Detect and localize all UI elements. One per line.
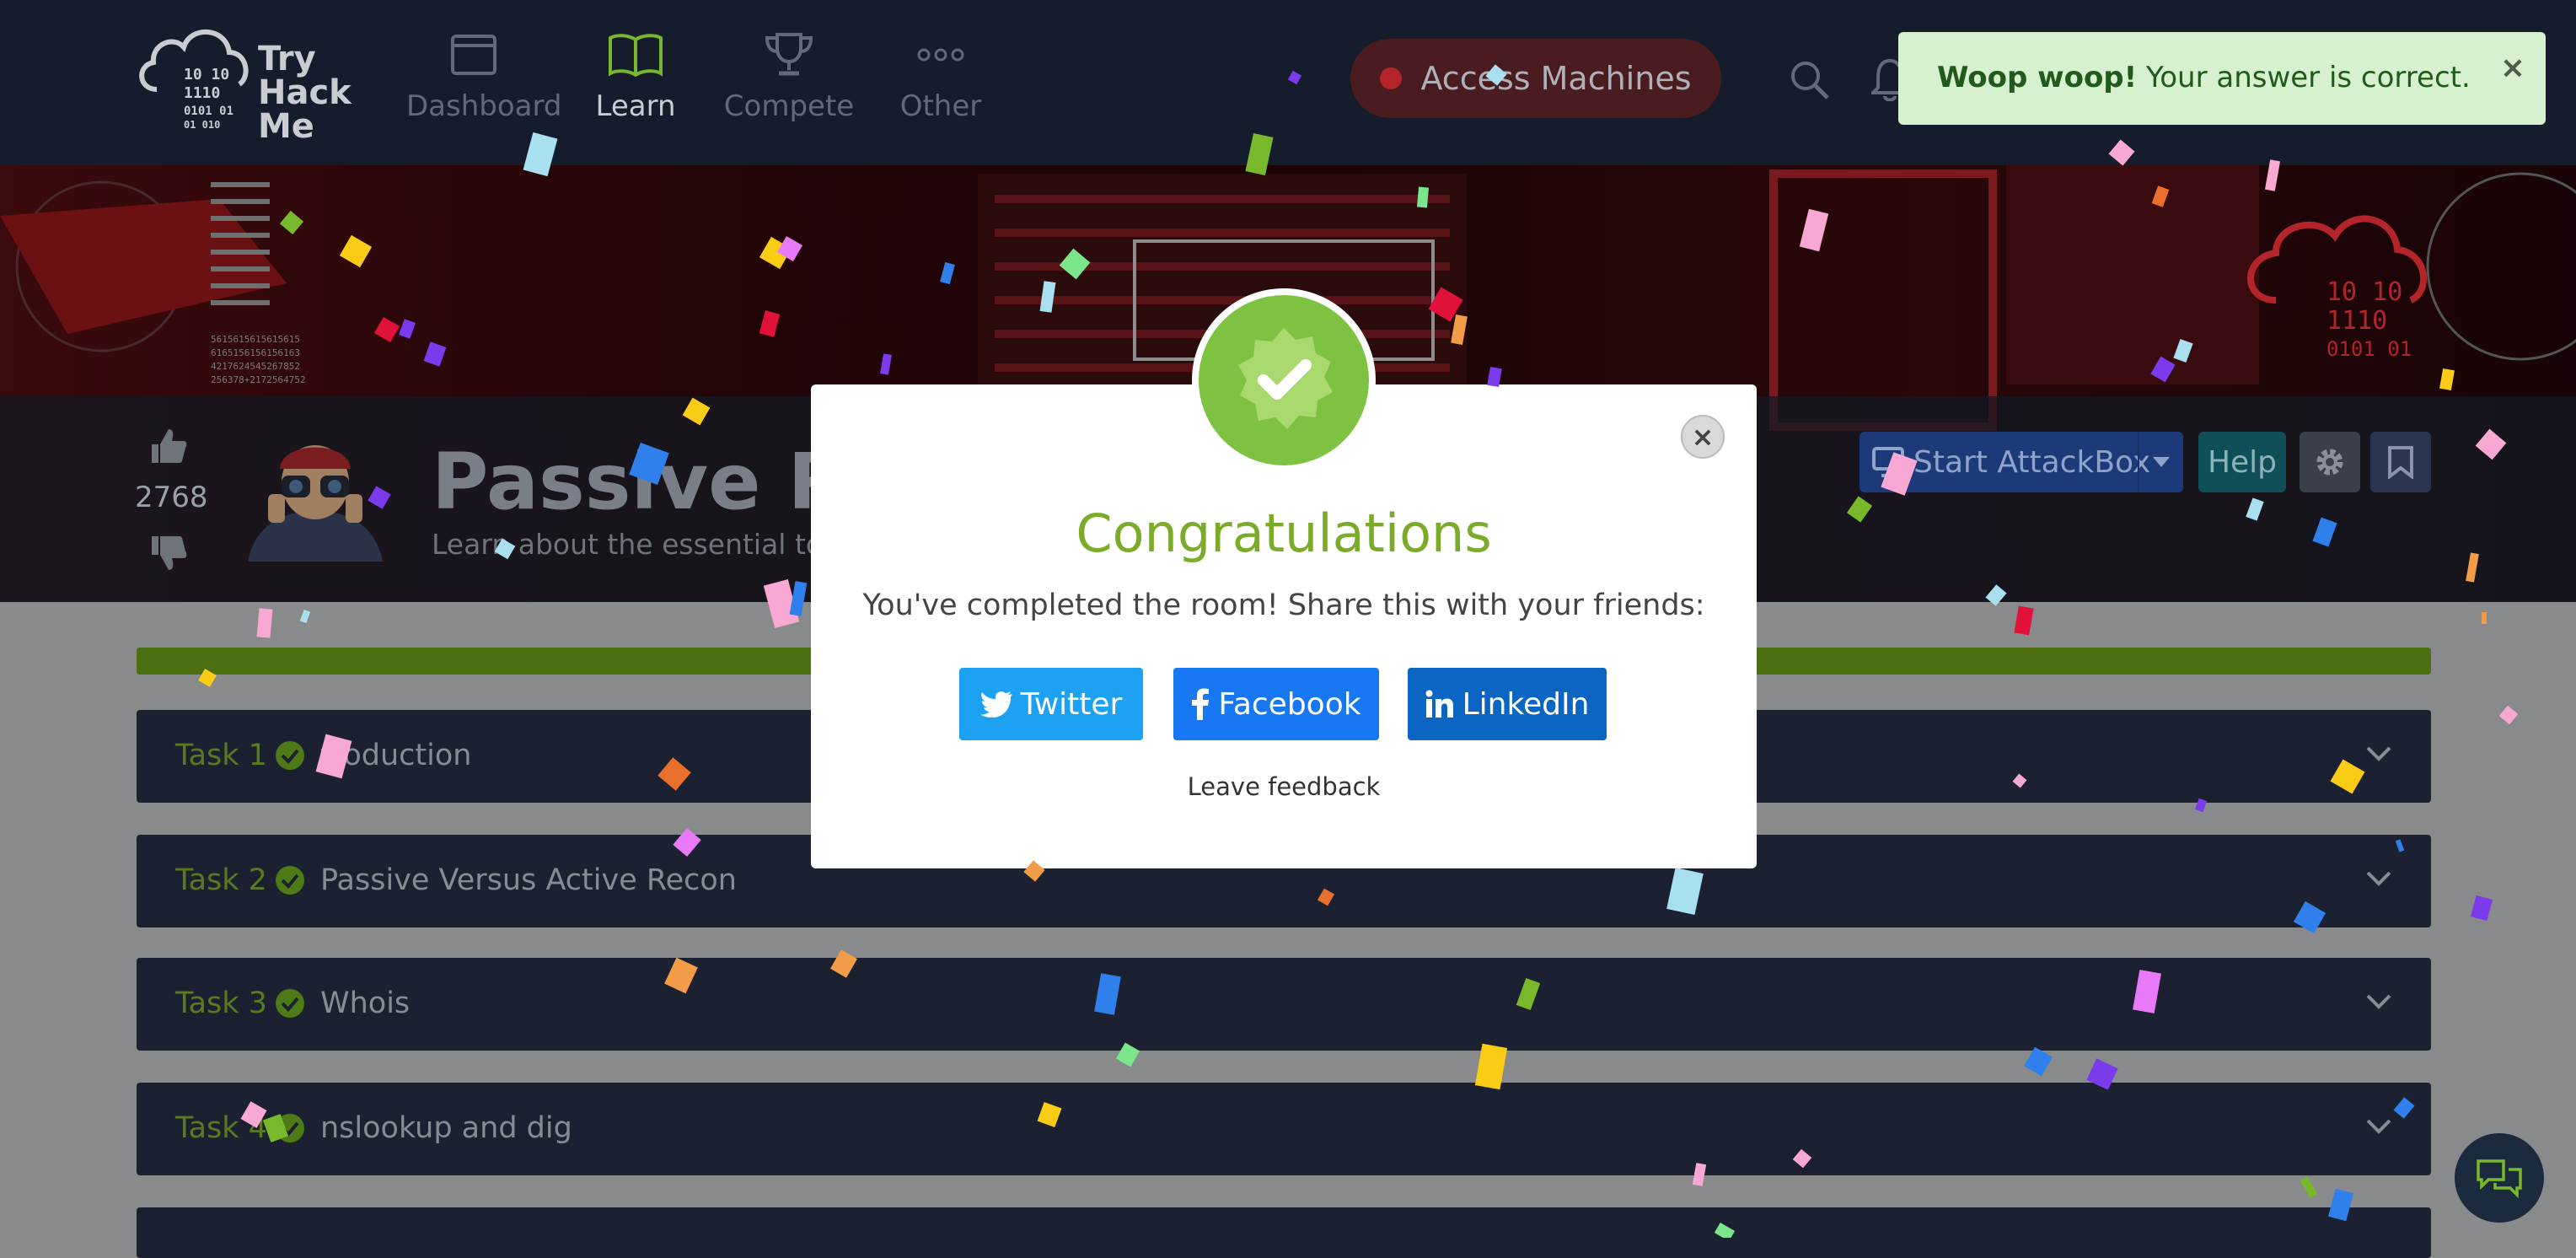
confetti-overlay [198, 64, 2519, 1238]
